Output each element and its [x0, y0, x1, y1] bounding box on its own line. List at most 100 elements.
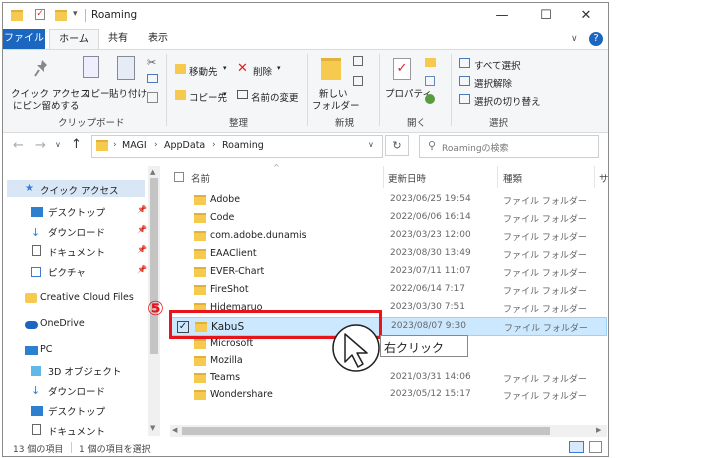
selected-count: 1 個の項目を選択 [79, 445, 151, 455]
new-folder-quick-icon[interactable] [55, 10, 67, 21]
scroll-thumb[interactable] [150, 178, 158, 354]
horizontal-scrollbar[interactable]: ◀ ▶ [170, 425, 607, 437]
scroll-down-icon[interactable]: ▼ [150, 424, 155, 432]
table-row[interactable]: Code 2022/06/06 16:14 ファイル フォルダー [170, 210, 607, 227]
customize-toolbar-icon[interactable]: ▾ [73, 9, 78, 19]
column-size[interactable]: サ [599, 171, 608, 185]
breadcrumb-magi[interactable]: MAGI [122, 140, 147, 151]
file-name: EVER-Chart [210, 266, 265, 277]
easy-access-icon[interactable] [353, 76, 363, 86]
file-date: 2022/06/14 7:17 [390, 284, 465, 294]
nav-pc-desktop[interactable]: デスクトップ [48, 404, 105, 418]
maximize-button[interactable]: ☐ [524, 3, 568, 29]
address-bar[interactable]: › MAGI › AppData › Roaming ∨ [91, 135, 383, 158]
invert-selection-button[interactable]: 選択の切り替え [474, 94, 541, 108]
select-all-button[interactable]: すべて選択 [474, 58, 520, 72]
history-icon[interactable] [425, 94, 435, 104]
move-to-button[interactable]: 移動先 [189, 64, 218, 78]
folder-icon [194, 339, 206, 349]
file-type: ファイル フォルダー [503, 375, 587, 385]
table-row[interactable]: com.adobe.dunamis 2023/03/23 12:00 ファイル … [170, 228, 607, 245]
file-date: 2023/03/30 7:51 [390, 302, 465, 312]
scroll-thumb[interactable] [182, 427, 550, 435]
nav-creative-cloud[interactable]: Creative Cloud Files [40, 292, 134, 303]
column-date[interactable]: 更新日時 [388, 171, 426, 185]
paste-shortcut-icon[interactable] [147, 92, 158, 103]
tab-file[interactable]: ファイル [3, 29, 45, 49]
tab-home[interactable]: ホーム [49, 29, 99, 50]
large-icons-view-icon[interactable] [589, 441, 602, 453]
desktop-icon [31, 406, 43, 416]
forward-arrow-icon[interactable]: → [35, 138, 46, 153]
callout-text: 右クリック [384, 341, 445, 355]
folder-icon [194, 356, 206, 366]
new-item-icon[interactable] [353, 56, 363, 66]
minimize-button[interactable]: — [480, 3, 524, 29]
search-box[interactable]: ⚲ Roamingの検索 [419, 135, 599, 158]
select-all-checkbox[interactable] [174, 172, 184, 182]
nav-pc-downloads[interactable]: ダウンロード [48, 384, 105, 398]
properties-icon: ✓ [393, 58, 411, 80]
nav-3d-objects[interactable]: 3D オブジェクト [48, 364, 121, 378]
nav-documents[interactable]: ドキュメント [48, 245, 105, 259]
delete-button[interactable]: 削除 [253, 64, 272, 78]
copy-button[interactable]: コピー [81, 86, 110, 100]
help-icon[interactable]: ? [589, 32, 603, 46]
nav-pc[interactable]: PC [40, 344, 52, 355]
table-row[interactable]: Wondershare 2023/05/12 15:17 ファイル フォルダー [170, 387, 607, 404]
onedrive-icon [25, 321, 38, 329]
file-name: Mozilla [210, 355, 243, 366]
table-row[interactable]: EAAClient 2023/08/30 13:49 ファイル フォルダー [170, 246, 607, 263]
collapse-ribbon-icon[interactable]: ∨ [571, 34, 578, 44]
select-none-button[interactable]: 選択解除 [474, 76, 512, 90]
breadcrumb-roaming[interactable]: Roaming [222, 140, 264, 151]
breadcrumb-separator: › [212, 140, 216, 150]
refresh-button[interactable]: ↻ [385, 135, 409, 156]
new-folder-icon [321, 58, 341, 80]
cut-icon[interactable]: ✂ [147, 56, 156, 69]
folder-icon [194, 267, 206, 277]
copy-to-button[interactable]: コピー先 [189, 90, 227, 104]
copy-to-dropdown-icon[interactable]: ▾ [223, 90, 227, 98]
nav-downloads[interactable]: ダウンロード [48, 225, 105, 239]
column-type[interactable]: 種類 [503, 171, 522, 185]
table-row[interactable]: EVER-Chart 2023/07/11 11:07 ファイル フォルダー [170, 264, 607, 281]
tab-view[interactable]: 表示 [143, 29, 173, 49]
move-dropdown-icon[interactable]: ▾ [223, 64, 227, 72]
close-button[interactable]: ✕ [564, 3, 608, 29]
tab-share[interactable]: 共有 [103, 29, 133, 49]
nav-onedrive[interactable]: OneDrive [40, 318, 85, 329]
address-dropdown-icon[interactable]: ∨ [368, 140, 374, 149]
callout-box: 右クリック [380, 335, 468, 357]
explorer-window: ✓ ▾ Roaming — ☐ ✕ ファイル ホーム 共有 表示 ∨ ? クイッ… [2, 2, 609, 457]
table-row[interactable]: FireShot 2022/06/14 7:17 ファイル フォルダー [170, 282, 607, 299]
pin-icon: 📌 [137, 245, 147, 254]
copy-path-icon[interactable] [147, 74, 158, 83]
scroll-up-icon[interactable]: ▲ [150, 168, 155, 176]
folder-icon [194, 195, 206, 205]
details-view-icon[interactable] [569, 441, 584, 453]
breadcrumb-appdata[interactable]: AppData [164, 140, 205, 151]
open-icon[interactable] [425, 58, 436, 67]
checkbox-icon[interactable]: ✓ [35, 9, 45, 20]
edit-icon[interactable] [425, 76, 435, 86]
nav-quick-access[interactable]: クイック アクセス [40, 183, 119, 197]
nav-pictures[interactable]: ピクチャ [48, 265, 86, 279]
recent-locations-icon[interactable]: ∨ [55, 140, 61, 149]
column-divider [497, 166, 498, 188]
delete-dropdown-icon[interactable]: ▾ [277, 64, 281, 72]
pin-icon: 📌 [137, 205, 147, 214]
nav-desktop[interactable]: デスクトップ [48, 205, 105, 219]
folder-icon [194, 249, 206, 259]
file-date: 2023/07/11 11:07 [390, 266, 471, 276]
back-arrow-icon[interactable]: ← [13, 138, 24, 153]
table-row[interactable]: Teams 2021/03/31 14:06 ファイル フォルダー [170, 370, 607, 387]
up-arrow-icon[interactable]: ↑ [71, 137, 82, 152]
scroll-right-icon[interactable]: ▶ [596, 426, 601, 434]
rename-button[interactable]: 名前の変更 [251, 90, 299, 104]
scroll-left-icon[interactable]: ◀ [172, 426, 177, 434]
nav-pc-documents[interactable]: ドキュメント [48, 424, 105, 438]
column-name[interactable]: 名前 [191, 171, 210, 185]
table-row[interactable]: Adobe 2023/06/25 19:54 ファイル フォルダー [170, 192, 607, 209]
paste-button[interactable]: 貼り付け [109, 86, 147, 100]
